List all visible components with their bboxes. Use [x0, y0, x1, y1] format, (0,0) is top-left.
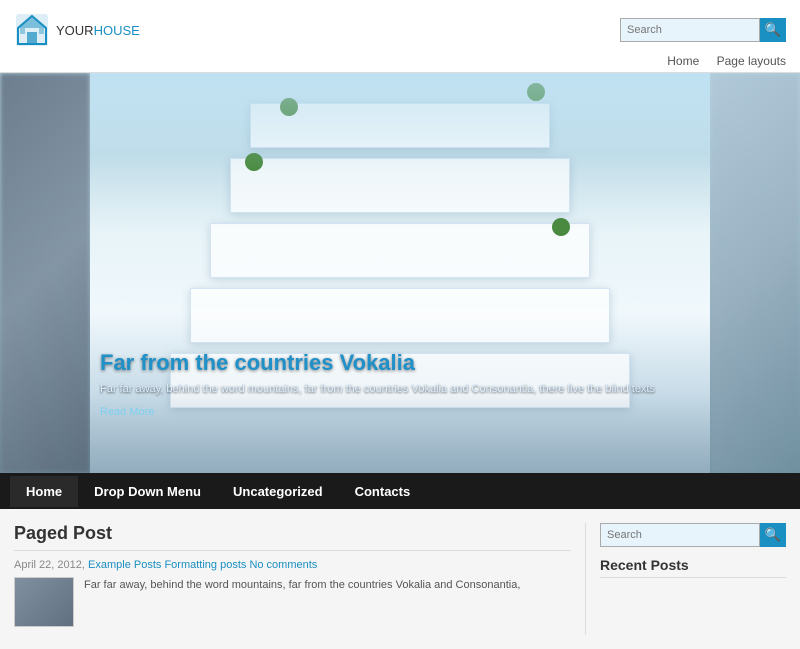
logo-house: HOUSE: [94, 23, 140, 38]
main-content: Paged Post April 22, 2012, Example Posts…: [14, 523, 586, 635]
hero-overlay: Far from the countries Vokalia Far far a…: [100, 350, 700, 418]
hero-title: Far from the countries Vokalia: [100, 350, 700, 376]
post-thumbnail: [14, 577, 74, 627]
post-meta: April 22, 2012, Example Posts Formatting…: [14, 559, 571, 571]
logo: YOURHOUSE: [14, 12, 140, 48]
sidebar-search-icon: 🔍: [765, 527, 781, 543]
hero-right-blurred: [710, 73, 800, 473]
nav-item-dropdown[interactable]: Drop Down Menu: [78, 476, 217, 507]
post-link-comments[interactable]: No comments: [249, 559, 317, 571]
building-floor-4: [190, 288, 610, 343]
top-nav-page-layouts[interactable]: Page layouts: [717, 54, 786, 68]
hero-read-more-link[interactable]: Read More: [100, 406, 154, 418]
top-nav-home[interactable]: Home: [667, 54, 699, 68]
building-floor-3: [210, 223, 590, 278]
nav-item-uncategorized[interactable]: Uncategorized: [217, 476, 339, 507]
logo-icon: [14, 12, 50, 48]
content-area: Paged Post April 22, 2012, Example Posts…: [0, 509, 800, 649]
logo-your: YOUR: [56, 23, 94, 38]
post-link-example[interactable]: Example Posts: [88, 559, 161, 571]
post-content-row: Far far away, behind the word mountains,…: [14, 577, 571, 627]
sidebar: 🔍 Recent Posts: [586, 523, 786, 635]
sidebar-search-button[interactable]: 🔍: [760, 523, 786, 547]
recent-posts-title: Recent Posts: [600, 557, 786, 578]
post-text: Far far away, behind the word mountains,…: [84, 577, 520, 627]
search-icon: 🔍: [765, 22, 781, 38]
sky-overlay: [90, 73, 710, 173]
nav-item-home[interactable]: Home: [10, 476, 78, 507]
nav-item-contacts[interactable]: Contacts: [339, 476, 427, 507]
post-date: April 22, 2012: [14, 559, 82, 571]
tree-icon: [552, 218, 570, 236]
sidebar-search-area: 🔍: [600, 523, 786, 547]
paged-post-title: Paged Post: [14, 523, 571, 551]
top-navigation: Home Page layouts: [0, 52, 800, 73]
search-button[interactable]: 🔍: [760, 18, 786, 42]
header-search-area: 🔍: [620, 18, 786, 42]
hero-section: Far from the countries Vokalia Far far a…: [0, 73, 800, 473]
hero-description: Far far away, behind the word mountains,…: [100, 382, 700, 397]
hero-left-blurred: [0, 73, 90, 473]
main-navigation: Home Drop Down Menu Uncategorized Contac…: [0, 473, 800, 509]
header: YOURHOUSE 🔍: [0, 0, 800, 52]
logo-text: YOURHOUSE: [56, 23, 140, 38]
post-link-formatting[interactable]: Formatting posts: [164, 559, 246, 571]
search-input[interactable]: [620, 18, 760, 42]
sidebar-search-input[interactable]: [600, 523, 760, 547]
